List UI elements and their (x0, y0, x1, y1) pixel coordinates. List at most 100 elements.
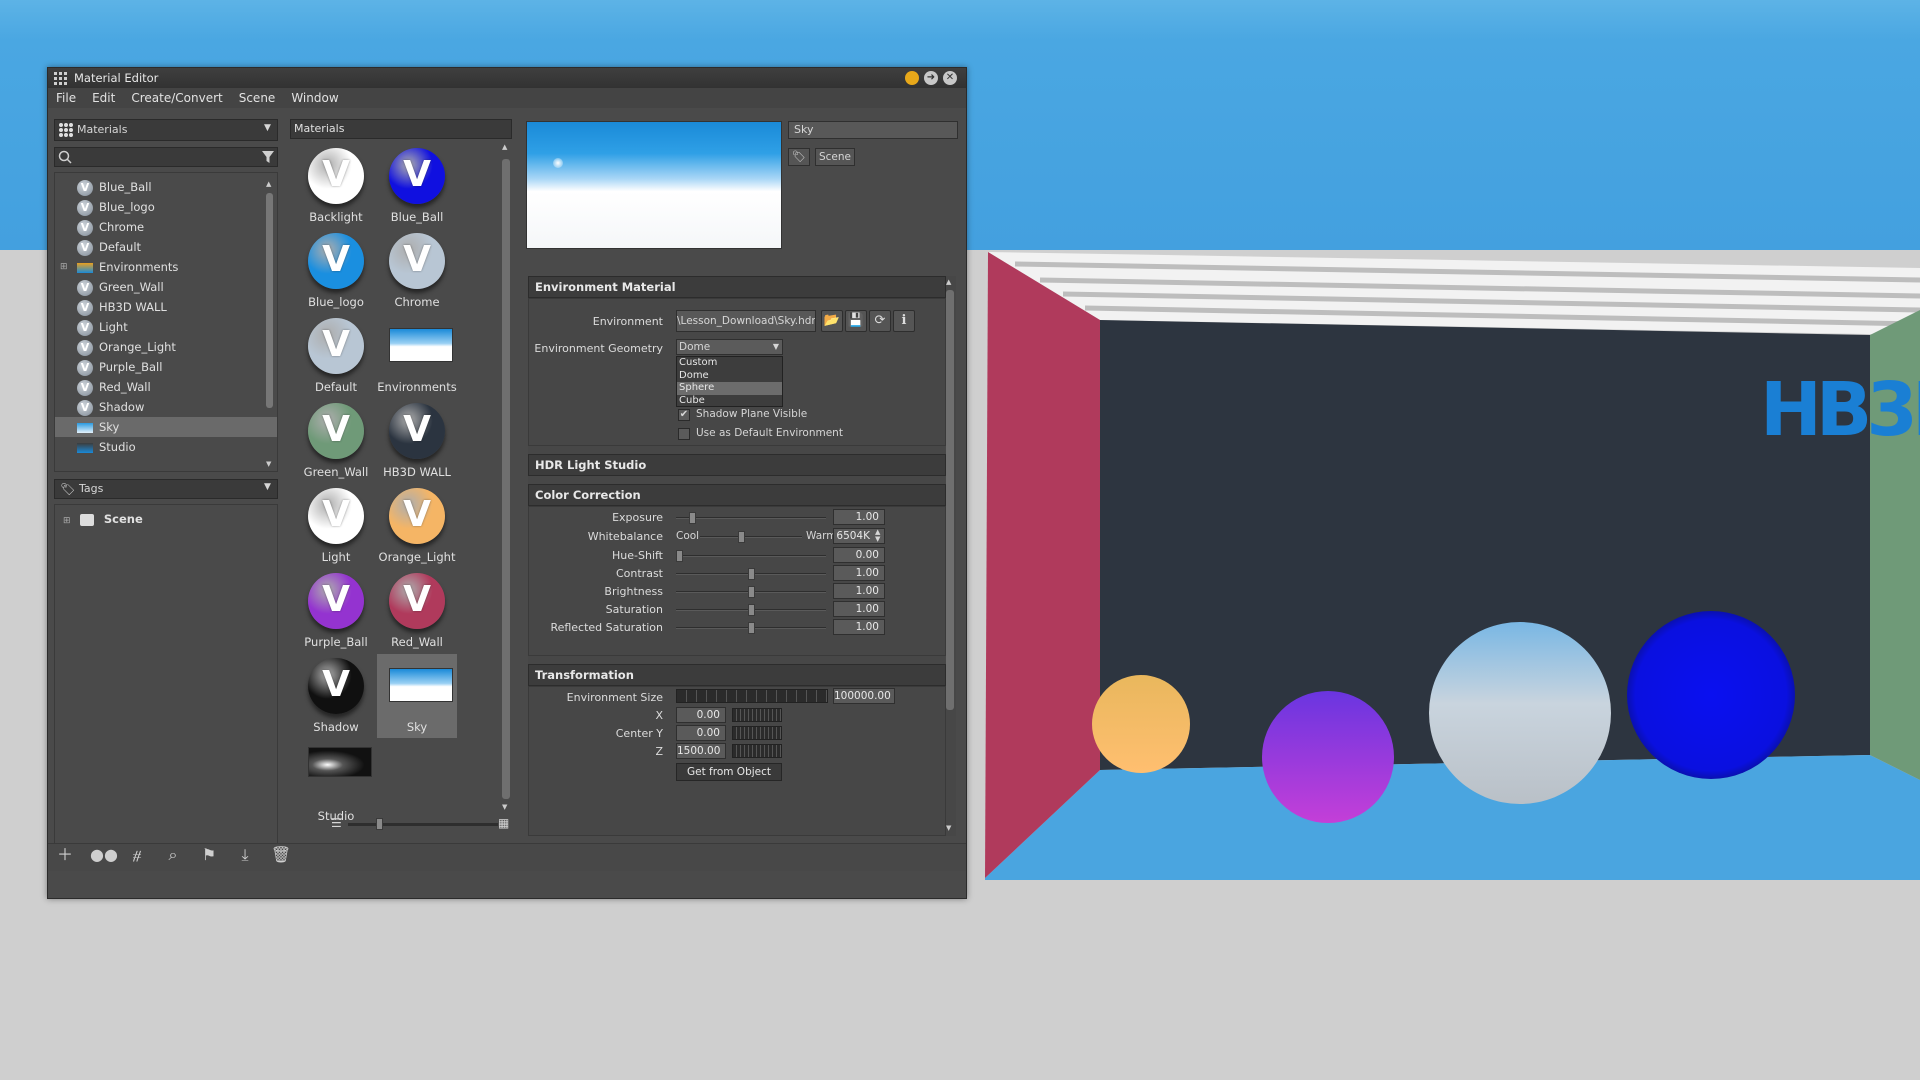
brightness-slider[interactable] (676, 586, 826, 598)
list-view-icon[interactable]: ☰ (331, 816, 342, 830)
tree-item[interactable]: Red_Wall (55, 377, 277, 397)
info-icon[interactable]: i (893, 310, 915, 332)
reload-icon[interactable]: ⟳ (869, 310, 891, 332)
hierarchy-icon[interactable]: ⧣ (126, 844, 148, 866)
material-thumbnail[interactable]: Blue_logo (296, 229, 376, 313)
select-nodes-icon[interactable]: ⌕ (162, 844, 184, 866)
material-thumbnail[interactable]: Blue_Ball (377, 144, 457, 228)
default-env-checkbox[interactable] (678, 428, 690, 440)
tree-item[interactable]: Blue_Ball (55, 177, 277, 197)
purple-ball[interactable] (1262, 691, 1394, 823)
material-thumbnail[interactable]: Studio (296, 739, 376, 823)
thumb-size-slider[interactable] (348, 818, 498, 830)
tree-item[interactable]: Purple_Ball (55, 357, 277, 377)
transformation-section[interactable]: Transformation (528, 664, 946, 686)
shadow-plane-checkbox[interactable]: ✔ (678, 409, 690, 421)
tree-item[interactable]: Sky (55, 417, 277, 437)
tree-item[interactable]: Green_Wall (55, 277, 277, 297)
environment-path-field[interactable]: \Lesson_Download\Sky.hdr (676, 310, 816, 332)
contrast-value[interactable]: 1.00 (833, 565, 885, 581)
material-name-field[interactable]: Sky (788, 121, 958, 139)
material-thumbnail[interactable]: Default (296, 314, 376, 398)
menu-scene[interactable]: Scene (231, 88, 284, 108)
saturation-value[interactable]: 1.00 (833, 601, 885, 617)
scene-tag-button[interactable]: Scene (815, 148, 855, 166)
blue-ball[interactable] (1627, 611, 1795, 779)
brightness-value[interactable]: 1.00 (833, 583, 885, 599)
material-thumbnail[interactable]: Green_Wall (296, 399, 376, 483)
duplicate-icon[interactable]: ●● (90, 844, 118, 866)
x-jog[interactable] (732, 708, 782, 722)
add-icon[interactable]: ＋ (54, 844, 76, 866)
tree-item[interactable]: HB3D WALL (55, 297, 277, 317)
props-scrollbar[interactable]: ▲ ▼ (945, 278, 955, 834)
hueshift-slider[interactable] (676, 550, 826, 562)
assign-icon[interactable]: ⚑ (198, 844, 220, 866)
material-thumbnail[interactable]: Chrome (377, 229, 457, 313)
pin-icon[interactable] (905, 71, 919, 85)
env-size-jog[interactable] (676, 689, 828, 703)
saturation-slider[interactable] (676, 604, 826, 616)
filter-icon[interactable] (261, 150, 275, 167)
undock-icon[interactable]: ➜ (924, 71, 938, 85)
material-thumbnail[interactable]: Orange_Light (377, 484, 457, 568)
env-size-value[interactable]: 100000.00 (833, 688, 895, 704)
delete-icon[interactable]: 🗑 (270, 844, 292, 866)
color-correction-section[interactable]: Color Correction (528, 484, 946, 506)
materials-view-dropdown[interactable]: Materials ▼ (54, 119, 278, 141)
hdr-light-studio-section[interactable]: HDR Light Studio (528, 454, 946, 476)
exposure-slider[interactable] (676, 512, 826, 524)
material-thumbnail[interactable]: Red_Wall (377, 569, 457, 653)
whitebalance-slider[interactable] (700, 531, 802, 543)
tags-tree-item-scene[interactable]: ⊞ Scene (55, 509, 277, 529)
menu-edit[interactable]: Edit (84, 88, 123, 108)
tree-item[interactable]: Chrome (55, 217, 277, 237)
tree-item[interactable]: Blue_logo (55, 197, 277, 217)
save-icon[interactable]: 💾 (845, 310, 867, 332)
env-geometry-select[interactable]: Dome ▼ (676, 339, 783, 355)
tag-icon[interactable]: 🏷 (788, 148, 810, 166)
material-thumbnail[interactable]: Light (296, 484, 376, 568)
x-value[interactable]: 0.00 (676, 707, 726, 723)
y-value[interactable]: 0.00 (676, 725, 726, 741)
contrast-slider[interactable] (676, 568, 826, 580)
import-icon[interactable]: ⤓ (234, 844, 256, 866)
title-bar[interactable]: Material Editor ➜ ✕ (48, 68, 966, 88)
menu-file[interactable]: File (48, 88, 84, 108)
exposure-value[interactable]: 1.00 (833, 509, 885, 525)
search-input[interactable] (75, 149, 255, 165)
expand-icon[interactable]: ⊞ (63, 516, 71, 526)
close-icon[interactable]: ✕ (943, 71, 957, 85)
tree-item[interactable]: ⊞ Environments (55, 257, 277, 277)
material-thumbnail[interactable]: Sky (377, 654, 457, 738)
thumbs-scrollbar[interactable]: ▲ ▼ (501, 143, 511, 813)
orange-ball[interactable] (1092, 675, 1190, 773)
material-thumbnail[interactable]: Shadow (296, 654, 376, 738)
spinner-icon[interactable]: ▲ ▼ (875, 529, 880, 543)
get-from-object-button[interactable]: Get from Object (676, 763, 782, 781)
chrome-ball[interactable] (1429, 622, 1611, 804)
material-thumbnail[interactable]: Purple_Ball (296, 569, 376, 653)
tree-item[interactable]: Orange_Light (55, 337, 277, 357)
expand-icon[interactable]: ⊞ (60, 257, 68, 277)
tree-item[interactable]: Studio (55, 437, 277, 457)
tree-item[interactable]: Shadow (55, 397, 277, 417)
y-jog[interactable] (732, 726, 782, 740)
geometry-option[interactable]: Dome (677, 370, 782, 383)
z-jog[interactable] (732, 744, 782, 758)
tree-item[interactable]: Light (55, 317, 277, 337)
material-thumbnail[interactable]: Backlight (296, 144, 376, 228)
hueshift-value[interactable]: 0.00 (833, 547, 885, 563)
menu-window[interactable]: Window (283, 88, 346, 108)
tree-item[interactable]: Default (55, 237, 277, 257)
menu-create-convert[interactable]: Create/Convert (123, 88, 230, 108)
grid-view-icon[interactable]: ▦ (498, 816, 509, 830)
refl-sat-slider[interactable] (676, 622, 826, 634)
tags-dropdown[interactable]: 🏷 Tags ▼ (54, 479, 278, 499)
z-value[interactable]: 1500.00 (676, 743, 726, 759)
env-material-section[interactable]: Environment Material (528, 276, 946, 298)
geometry-option[interactable]: Sphere (677, 382, 782, 395)
folder-icon[interactable]: 📂 (821, 310, 843, 332)
tree-scrollbar[interactable]: ▲ ▼ (264, 180, 274, 470)
geometry-option[interactable]: Custom (677, 357, 782, 370)
